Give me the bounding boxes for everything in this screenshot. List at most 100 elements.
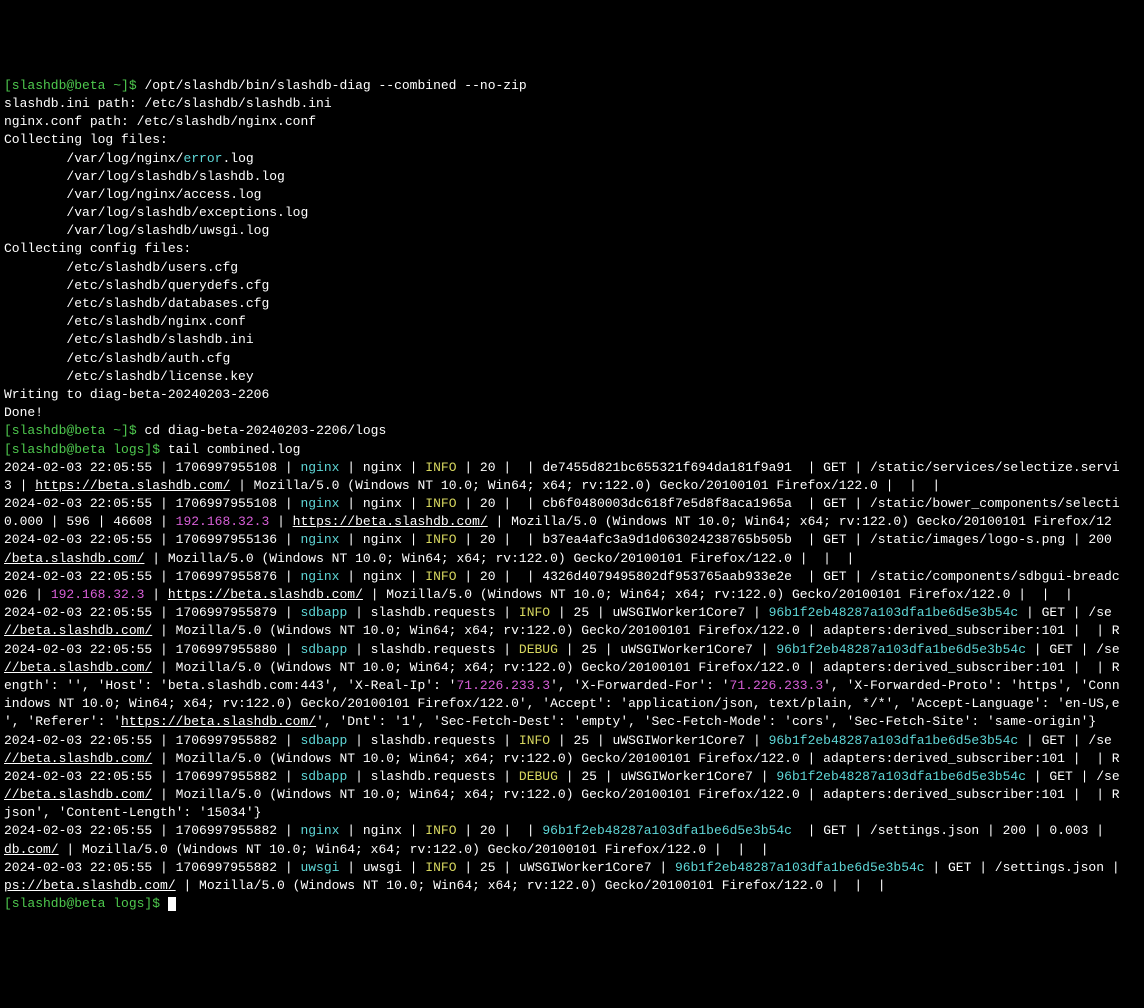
terminal-text-segment: ', 'Referer': ' (4, 714, 121, 729)
terminal-text-segment: | Mozilla/5.0 (Windows NT 10.0; Win64; x… (144, 551, 854, 566)
terminal-text-segment: | GET | /se (1018, 733, 1112, 748)
terminal-text-segment: db.com/ (4, 842, 59, 857)
terminal-text-segment: | nginx | (339, 496, 425, 511)
terminal-line: json', 'Content-Length': '15034'} (4, 804, 1140, 822)
terminal-text-segment: | GET | /se (1026, 769, 1120, 784)
terminal-text-segment: /opt/slashdb/bin/slashdb-diag --combined… (144, 78, 526, 93)
terminal-text-segment: | 25 | uWSGIWorker1Core7 | (550, 733, 768, 748)
terminal-text-segment: nginx (300, 823, 339, 838)
terminal-line: 0.000 | 596 | 46608 | 192.168.32.3 | htt… (4, 513, 1140, 531)
terminal-text-segment: 2024-02-03 22:05:55 | 1706997955880 | (4, 642, 300, 657)
terminal-text-segment: | 20 | | b37ea4afc3a9d1d063024238765b505… (457, 532, 1120, 547)
terminal-text-segment: cd diag-beta-20240203-2206/logs (144, 423, 386, 438)
terminal-text-segment: | Mozilla/5.0 (Windows NT 10.0; Win64; x… (488, 514, 1112, 529)
terminal-text-segment: 71.226.233.3 (730, 678, 824, 693)
terminal-text-segment: sdbapp (300, 769, 347, 784)
terminal-line: /etc/slashdb/users.cfg (4, 259, 1140, 277)
terminal-text-segment: slashdb.ini path: /etc/slashdb/slashdb.i… (4, 96, 332, 111)
terminal-text-segment: https://beta.slashdb.com/ (293, 514, 488, 529)
terminal-text-segment: //beta.slashdb.com/ (4, 751, 152, 766)
terminal-text-segment: | 25 | uWSGIWorker1Core7 | (457, 860, 675, 875)
terminal-text-segment: INFO (425, 460, 456, 475)
terminal-text-segment: INFO (425, 823, 456, 838)
terminal-text-segment: 0.000 | 596 | 46608 | (4, 514, 176, 529)
terminal-text-segment: nginx (300, 496, 339, 511)
terminal-text-segment: | GET | /settings.json | (925, 860, 1128, 875)
terminal-text-segment: | 25 | uWSGIWorker1Core7 | (550, 605, 768, 620)
terminal-text-segment: 192.168.32.3 (51, 587, 145, 602)
cursor-icon (168, 897, 176, 911)
terminal-text-segment: INFO (519, 605, 550, 620)
terminal-line: 2024-02-03 22:05:55 | 1706997955879 | sd… (4, 604, 1140, 622)
terminal-text-segment: /var/log/nginx/ (4, 151, 183, 166)
terminal-text-segment: sdbapp (300, 733, 347, 748)
terminal-line: Writing to diag-beta-20240203-2206 (4, 386, 1140, 404)
terminal-text-segment: /var/log/slashdb/slashdb.log (4, 169, 285, 184)
terminal-text-segment: | slashdb.requests | (347, 642, 519, 657)
terminal-text-segment: | (144, 587, 167, 602)
terminal-text-segment: //beta.slashdb.com/ (4, 787, 152, 802)
terminal-line: 2024-02-03 22:05:55 | 1706997955882 | ng… (4, 822, 1140, 840)
terminal-text-segment: 2024-02-03 22:05:55 | 1706997955882 | (4, 769, 300, 784)
terminal-text-segment: | GET | /se (1018, 605, 1112, 620)
terminal-text-segment: /etc/slashdb/querydefs.cfg (4, 278, 269, 293)
terminal-text-segment: Writing to diag-beta-20240203-2206 (4, 387, 269, 402)
terminal-text-segment: [slashdb@beta ~]$ (4, 423, 144, 438)
terminal-text-segment: | Mozilla/5.0 (Windows NT 10.0; Win64; x… (152, 660, 1119, 675)
terminal-text-segment: | Mozilla/5.0 (Windows NT 10.0; Win64; x… (59, 842, 769, 857)
terminal-text-segment: 2024-02-03 22:05:55 | 1706997955882 | (4, 733, 300, 748)
terminal-text-segment: /var/log/slashdb/uwsgi.log (4, 223, 269, 238)
terminal-text-segment: //beta.slashdb.com/ (4, 623, 152, 638)
terminal-text-segment: | GET | /se (1026, 642, 1120, 657)
terminal-text-segment: INFO (425, 532, 456, 547)
terminal-text-segment: | nginx | (339, 460, 425, 475)
terminal-text-segment: [slashdb@beta ~]$ (4, 78, 144, 93)
terminal-text-segment: | Mozilla/5.0 (Windows NT 10.0; Win64; x… (152, 751, 1119, 766)
terminal-text-segment: 2024-02-03 22:05:55 | 1706997955882 | (4, 860, 300, 875)
terminal-text-segment: Collecting log files: (4, 132, 168, 147)
terminal-text-segment: 2024-02-03 22:05:55 | 1706997955136 | (4, 532, 300, 547)
terminal-line: [slashdb@beta ~]$ cd diag-beta-20240203-… (4, 422, 1140, 440)
terminal-text-segment: 96b1f2eb48287a103dfa1be6d5e3b54c (675, 860, 925, 875)
terminal-text-segment: sdbapp (300, 642, 347, 657)
terminal-text-segment: tail combined.log (168, 442, 301, 457)
terminal-text-segment: | Mozilla/5.0 (Windows NT 10.0; Win64; x… (176, 878, 886, 893)
terminal-text-segment: nginx (300, 569, 339, 584)
terminal-text-segment: Done! (4, 405, 43, 420)
terminal-line: /var/log/nginx/error.log (4, 150, 1140, 168)
terminal-text-segment: /var/log/slashdb/exceptions.log (4, 205, 308, 220)
terminal-line: 2024-02-03 22:05:55 | 1706997955108 | ng… (4, 495, 1140, 513)
terminal-text-segment: 192.168.32.3 (176, 514, 270, 529)
terminal-line: ', 'Referer': 'https://beta.slashdb.com/… (4, 713, 1140, 731)
terminal-text-segment: | 20 | | (457, 823, 543, 838)
terminal-text-segment: | nginx | (339, 569, 425, 584)
terminal-text-segment: | 25 | uWSGIWorker1Core7 | (558, 642, 776, 657)
terminal-text-segment: /beta.slashdb.com/ (4, 551, 144, 566)
terminal-text-segment: | Mozilla/5.0 (Windows NT 10.0; Win64; x… (363, 587, 1073, 602)
terminal-line: 2024-02-03 22:05:55 | 1706997955876 | ng… (4, 568, 1140, 586)
terminal-line: 2024-02-03 22:05:55 | 1706997955880 | sd… (4, 641, 1140, 659)
terminal-line: 2024-02-03 22:05:55 | 1706997955108 | ng… (4, 459, 1140, 477)
terminal-text-segment: 2024-02-03 22:05:55 | 1706997955876 | (4, 569, 300, 584)
terminal-text-segment: | Mozilla/5.0 (Windows NT 10.0; Win64; x… (230, 478, 940, 493)
terminal-text-segment: sdbapp (300, 605, 347, 620)
terminal-text-segment: INFO (425, 860, 456, 875)
terminal-line: 2024-02-03 22:05:55 | 1706997955882 | uw… (4, 859, 1140, 877)
terminal-line: 2024-02-03 22:05:55 | 1706997955136 | ng… (4, 531, 1140, 549)
terminal-line: //beta.slashdb.com/ | Mozilla/5.0 (Windo… (4, 622, 1140, 640)
terminal-output[interactable]: [slashdb@beta ~]$ /opt/slashdb/bin/slash… (4, 77, 1140, 914)
terminal-text-segment: 2024-02-03 22:05:55 | 1706997955879 | (4, 605, 300, 620)
terminal-text-segment: /var/log/nginx/access.log (4, 187, 261, 202)
terminal-line: //beta.slashdb.com/ | Mozilla/5.0 (Windo… (4, 786, 1140, 804)
terminal-text-segment: //beta.slashdb.com/ (4, 660, 152, 675)
terminal-text-segment: | 20 | | de7455d821bc655321f694da181f9a9… (457, 460, 1120, 475)
terminal-text-segment: INFO (425, 569, 456, 584)
terminal-text-segment: nginx (300, 460, 339, 475)
terminal-text-segment: 3 | (4, 478, 35, 493)
terminal-text-segment: 96b1f2eb48287a103dfa1be6d5e3b54c (776, 642, 1026, 657)
terminal-text-segment: [slashdb@beta logs]$ (4, 896, 168, 911)
terminal-text-segment: ', 'Dnt': '1', 'Sec-Fetch-Dest': 'empty'… (316, 714, 1096, 729)
terminal-text-segment: 96b1f2eb48287a103dfa1be6d5e3b54c (542, 823, 792, 838)
terminal-text-segment: 71.226.233.3 (456, 678, 550, 693)
terminal-line: /etc/slashdb/license.key (4, 368, 1140, 386)
